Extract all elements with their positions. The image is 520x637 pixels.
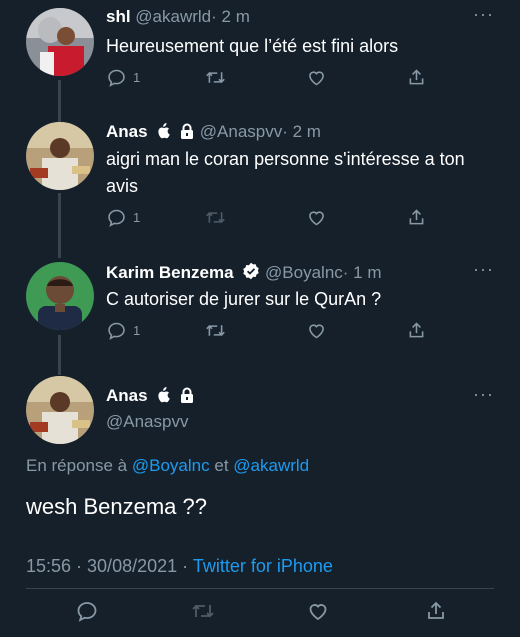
avatar[interactable] [26, 262, 94, 330]
reply-button[interactable] [75, 599, 99, 628]
tweet-time: · 1 m [342, 263, 382, 282]
reply-count: 1 [133, 70, 141, 85]
author-name[interactable]: shl [106, 7, 131, 26]
more-icon[interactable]: ··· [473, 384, 494, 405]
reply-icon [108, 209, 125, 227]
like-button[interactable] [306, 320, 327, 341]
like-icon [309, 604, 327, 621]
mention-link[interactable]: @akawrld [233, 456, 309, 475]
verified-icon [242, 262, 260, 285]
more-icon[interactable]: ··· [473, 259, 494, 280]
main-tweet-actions [0, 599, 520, 625]
share-button[interactable] [406, 207, 427, 228]
like-button[interactable] [306, 67, 327, 88]
more-icon[interactable]: ··· [473, 4, 494, 25]
tweet-item[interactable]: Karim Benzema @Boyalnc· 1 m ··· C autori… [0, 250, 520, 362]
reply-icon [108, 322, 125, 340]
share-icon [409, 69, 424, 85]
author-handle[interactable]: @Anaspvv [106, 412, 188, 431]
like-icon [309, 71, 324, 86]
avatar[interactable] [26, 8, 94, 76]
retweet-icon [206, 72, 225, 83]
like-icon [309, 211, 324, 226]
retweet-icon [192, 604, 214, 618]
share-icon [409, 209, 424, 225]
reply-count: 1 [133, 323, 141, 338]
retweet-button[interactable] [204, 320, 227, 341]
tweet-actions: 1 [106, 320, 446, 344]
author-handle[interactable]: @akawrld [135, 7, 211, 26]
mention-link[interactable]: @Boyalnc [132, 456, 210, 475]
avatar[interactable] [26, 122, 94, 190]
tweet-metadata: 15:56 · 30/08/2021 · Twitter for iPhone [26, 556, 333, 577]
like-button[interactable] [306, 207, 327, 228]
tweet-text: C autoriser de jurer sur le QurAn ? [106, 289, 382, 309]
author-name[interactable]: Anas [106, 386, 148, 405]
tweet-actions: 1 [106, 67, 446, 91]
retweet-icon [206, 325, 225, 336]
apple-icon [156, 123, 171, 144]
like-button[interactable] [306, 599, 330, 628]
reply-icon [108, 69, 125, 87]
tweet-time: · 2 m [282, 122, 321, 141]
reply-context: En réponse à @Boyalnc et @akawrld [26, 456, 309, 476]
retweet-icon [206, 212, 225, 223]
source-link[interactable]: Twitter for iPhone [193, 556, 333, 576]
divider [26, 588, 494, 589]
tweet-item[interactable]: Anas @Anaspvv· 2 m aigri man le coran pe… [0, 110, 520, 250]
reply-button[interactable]: 1 [106, 207, 140, 228]
tweet-text: aigri man le coran personne s'intéresse … [106, 149, 465, 196]
apple-icon [156, 387, 171, 408]
share-button[interactable] [406, 67, 427, 88]
reply-button[interactable]: 1 [106, 67, 140, 88]
tweet-item[interactable]: shl @akawrld· 2 m ··· Heureusement que l… [0, 0, 520, 110]
retweet-button[interactable] [190, 599, 216, 628]
tweet-text: Heureusement que l’été est fini alors [106, 36, 399, 56]
avatar[interactable] [26, 376, 94, 444]
share-button[interactable] [406, 320, 427, 341]
reply-joiner: et [214, 456, 229, 475]
timestamp[interactable]: 15:56 · 30/08/2021 · [26, 556, 188, 576]
share-icon [409, 322, 424, 338]
author-name[interactable]: Karim Benzema [106, 263, 234, 282]
lock-icon [179, 387, 195, 408]
reply-icon [77, 602, 97, 622]
share-icon [428, 601, 444, 619]
author-handle[interactable]: @Boyalnc [265, 263, 343, 282]
tweet-actions: 1 [106, 207, 446, 231]
retweet-button[interactable] [204, 67, 227, 88]
lock-icon [179, 123, 195, 144]
reply-count: 1 [133, 210, 141, 225]
main-tweet-text: wesh Benzema ?? [26, 494, 207, 519]
author-handle[interactable]: @Anaspvv [200, 122, 282, 141]
share-button[interactable] [424, 599, 448, 628]
like-icon [309, 324, 324, 339]
reply-prefix: En réponse à [26, 456, 128, 475]
tweet-time: · 2 m [211, 7, 250, 26]
author-name[interactable]: Anas [106, 122, 148, 141]
reply-button[interactable]: 1 [106, 320, 140, 341]
retweet-button[interactable] [204, 207, 227, 228]
